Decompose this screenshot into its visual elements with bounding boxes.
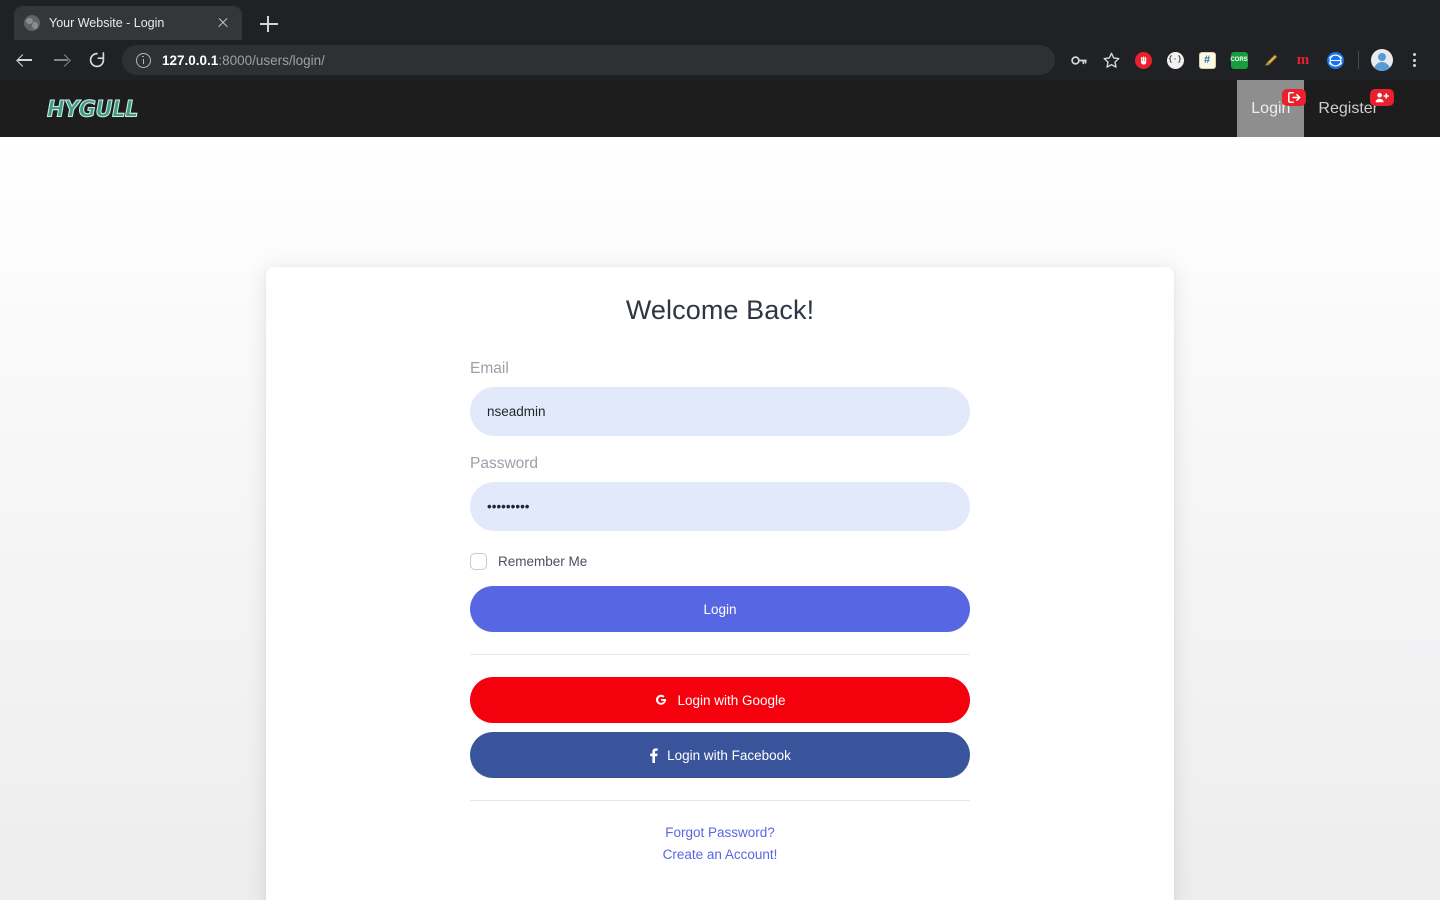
url-path: :8000/users/login/ <box>218 52 325 68</box>
momentum-extension-icon[interactable]: m <box>1288 45 1318 75</box>
url-host: 127.0.0.1 <box>162 52 219 68</box>
address-bar[interactable]: 127.0.0.1:8000/users/login/ <box>122 45 1055 75</box>
nav-item-register[interactable]: Register <box>1304 80 1394 137</box>
site-logo[interactable]: HYGULL <box>47 95 139 121</box>
sign-in-icon <box>1282 89 1307 106</box>
site-navbar: HYGULL Login Register <box>0 80 1440 137</box>
email-field[interactable] <box>470 387 970 436</box>
reload-icon[interactable] <box>82 45 112 75</box>
close-icon[interactable] <box>214 14 232 32</box>
forgot-password-link[interactable]: Forgot Password? <box>470 825 970 840</box>
user-plus-icon <box>1370 89 1394 106</box>
ublock-origin-extension-icon[interactable] <box>1128 45 1158 75</box>
footer-links: Forgot Password? Create an Account! <box>470 823 970 862</box>
tab-title: Your Website - Login <box>49 16 165 30</box>
back-arrow-icon[interactable] <box>10 45 40 75</box>
url-text: 127.0.0.1:8000/users/login/ <box>162 53 325 68</box>
bookmark-star-icon[interactable] <box>1096 45 1126 75</box>
login-with-google-label: Login with Google <box>677 692 786 708</box>
globe-extension-icon[interactable] <box>1320 45 1350 75</box>
forward-arrow-icon[interactable] <box>46 45 76 75</box>
toolbar-icon-group: {·} # CORS m <box>1063 45 1430 75</box>
email-label: Email <box>470 360 509 377</box>
marker-pen-extension-icon[interactable] <box>1256 45 1286 75</box>
login-with-facebook-button[interactable]: Login with Facebook <box>470 732 970 778</box>
login-card: Welcome Back! Email Password Remember Me… <box>266 267 1174 900</box>
remember-me-label[interactable]: Remember Me <box>498 554 587 569</box>
globe-icon <box>24 15 40 31</box>
login-button[interactable]: Login <box>470 586 970 632</box>
facebook-f-icon <box>649 747 658 763</box>
tab-strip: Your Website - Login <box>0 0 1440 40</box>
chrome-menu-icon[interactable] <box>1399 45 1429 75</box>
browser-chrome: Your Website - Login 127.0.0.1:8000/user… <box>0 0 1440 80</box>
password-label: Password <box>470 455 539 472</box>
toolbar-divider <box>1358 51 1359 69</box>
google-g-icon <box>654 693 668 707</box>
profile-avatar-icon[interactable] <box>1367 45 1397 75</box>
divider-top <box>470 654 970 655</box>
cors-extension-icon[interactable]: CORS <box>1224 45 1254 75</box>
new-tab-button[interactable] <box>258 13 280 35</box>
page-body: Welcome Back! Email Password Remember Me… <box>0 137 1440 900</box>
browser-toolbar: 127.0.0.1:8000/users/login/ {·} # CORS m <box>0 40 1440 80</box>
password-field[interactable] <box>470 482 970 531</box>
remember-me-row: Remember Me <box>470 553 970 570</box>
password-key-icon[interactable] <box>1064 45 1094 75</box>
login-with-facebook-label: Login with Facebook <box>667 747 791 763</box>
create-account-link[interactable]: Create an Account! <box>470 847 970 862</box>
browser-tab[interactable]: Your Website - Login <box>14 6 242 40</box>
info-icon[interactable] <box>136 52 151 68</box>
login-with-google-button[interactable]: Login with Google <box>470 677 970 723</box>
json-viewer-extension-icon[interactable]: {·} <box>1160 45 1190 75</box>
nav-item-login[interactable]: Login <box>1237 80 1307 137</box>
nav-links: Login Register <box>1237 80 1440 137</box>
notes-extension-icon[interactable]: # <box>1192 45 1222 75</box>
nav-item-register-label: Register <box>1318 99 1378 117</box>
remember-me-checkbox[interactable] <box>470 553 487 570</box>
page-title: Welcome Back! <box>625 295 815 325</box>
divider-bottom <box>470 800 970 801</box>
